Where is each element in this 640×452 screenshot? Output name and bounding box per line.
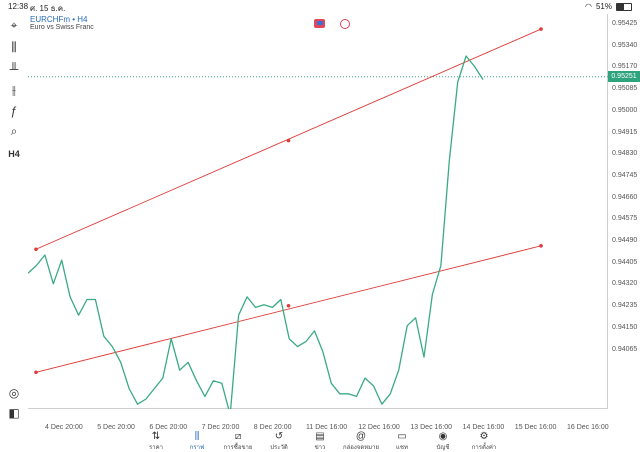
price-tick-label: 0.94915 <box>612 128 638 136</box>
nav-label: ข่าว <box>314 445 326 451</box>
price-tick-label: 0.94575 <box>612 215 638 223</box>
nav-label: กราฟ <box>189 445 205 451</box>
symbol-description: Euro vs Swiss Franc <box>30 24 94 31</box>
price-axis: 0.95425 0.95340 0.95170 0.95085 0.95000 0.949… <box>608 14 640 409</box>
price-tick-label: 0.94405 <box>612 258 638 266</box>
signal-icon[interactable]: ◎ <box>4 384 24 402</box>
symbol-label[interactable]: EURCHFm • H4 <box>30 15 87 24</box>
nav-item[interactable]: ⇅ ราคา <box>136 432 176 452</box>
nav-item[interactable]: ⧄ การซื้อขาย <box>218 432 258 452</box>
nav-item[interactable]: ↺ ประวัติ <box>259 432 299 452</box>
time-tick-label: 16 Dec 16:00 <box>567 424 609 431</box>
channel-handle[interactable] <box>34 370 38 375</box>
price-chart[interactable] <box>28 14 608 409</box>
channel-handle[interactable] <box>286 303 291 308</box>
time-tick-label: 13 Dec 16:00 <box>410 424 453 431</box>
channel-handle[interactable] <box>286 138 291 143</box>
indicators-icon[interactable]: ╨ <box>4 60 24 78</box>
battery-icon <box>616 2 632 11</box>
price-line <box>28 55 484 409</box>
current-price-tag: 0.95251 <box>608 71 640 83</box>
price-tick-label: 0.94745 <box>612 171 638 179</box>
nav-item[interactable]: ⚙ การตั้งค่า <box>464 432 504 452</box>
nav-icon: ▤ <box>315 431 325 442</box>
wifi-icon: ◠ <box>585 2 592 11</box>
time-tick-label: 7 Dec 20:00 <box>201 424 240 431</box>
price-tick-label: 0.94235 <box>612 302 638 310</box>
price-tick-label: 0.95425 <box>612 20 638 27</box>
time-tick-label: 5 Dec 20:00 <box>97 424 135 431</box>
bottom-navigation: ⇅ ราคา ⫼ กราฟ ⧄ การซื้อขาย ↺ ประวัติ ▤ ข่าว @ กล่อง… <box>0 432 640 452</box>
chart-type-icon[interactable]: ⫼ <box>4 38 24 56</box>
function-icon[interactable]: ƒ <box>4 102 24 120</box>
nav-icon: ⫼ <box>194 431 200 442</box>
nav-label: การตั้งค่า <box>471 445 497 451</box>
price-tick-label: 0.95340 <box>612 41 638 49</box>
status-time: 12:38 <box>8 2 29 11</box>
time-tick-label: 15 Dec 16:00 <box>514 424 557 431</box>
time-tick-label: 8 Dec 20:00 <box>253 424 292 431</box>
status-battery-label: 51% <box>595 2 612 11</box>
status-bar: 12:38 ศ. 15 ธ.ค. ◠ 51% <box>0 0 640 14</box>
nav-label: ราคา <box>149 445 163 451</box>
price-tick-label: 0.94660 <box>612 193 638 201</box>
time-tick-label: 14 Dec 16:00 <box>462 424 505 431</box>
nav-label: บัญชี <box>436 445 450 451</box>
crosshair-icon[interactable]: ⌖ <box>4 16 24 34</box>
time-tick-label: 11 Dec 16:00 <box>306 424 348 431</box>
channel-line-2[interactable] <box>35 245 542 373</box>
price-tick-label: 0.94065 <box>612 345 638 353</box>
price-tick-label: 0.95085 <box>612 85 638 93</box>
nav-label: การซื้อขาย <box>223 445 253 451</box>
chart-toolbar: ⌖ ⫼ ╨ ⫲ ƒ ⌕ H4 ◎ ◧ <box>0 14 28 421</box>
nav-icon: ⧄ <box>234 431 242 442</box>
signal-badge-icon[interactable] <box>340 19 350 29</box>
channel-handle[interactable] <box>539 27 543 31</box>
channel-handle[interactable] <box>539 244 543 248</box>
price-tick-label: 0.95170 <box>612 63 638 71</box>
objects-icon[interactable]: ⫲ <box>4 81 24 99</box>
time-tick-label: 4 Dec 20:00 <box>45 424 83 431</box>
timeframe-label[interactable]: H4 <box>4 145 24 163</box>
shapes-icon[interactable]: ⌕ <box>4 122 24 140</box>
nav-icon: @ <box>355 431 367 442</box>
nav-icon: ▭ <box>397 431 407 442</box>
nav-icon: ⇅ <box>151 431 161 442</box>
price-tick-label: 0.94490 <box>612 237 638 244</box>
nav-icon: ◉ <box>438 431 448 442</box>
price-tick-label: 0.94830 <box>612 150 638 158</box>
nav-item[interactable]: ▤ ข่าว <box>300 432 340 452</box>
time-tick-label: 6 Dec 20:00 <box>149 424 188 431</box>
nav-icon: ⚙ <box>479 431 489 442</box>
trade-badge-icon[interactable] <box>314 19 325 28</box>
price-tick-label: 0.94320 <box>612 280 638 288</box>
nav-item[interactable]: ▭ แชท <box>382 432 422 452</box>
nav-item[interactable]: ⫼ กราฟ <box>177 432 217 452</box>
nav-label: ประวัติ <box>270 445 288 451</box>
nav-icon: ↺ <box>274 431 284 442</box>
price-tick-label: 0.95000 <box>612 106 638 114</box>
nav-item[interactable]: @ กล่องจดหมาย <box>341 432 381 452</box>
channel-handle[interactable] <box>34 247 38 252</box>
trade-icon[interactable]: ◧ <box>4 404 24 422</box>
nav-label: แชท <box>396 445 408 451</box>
time-tick-label: 12 Dec 16:00 <box>358 424 400 431</box>
nav-item[interactable]: ◉ บัญชี <box>423 432 463 452</box>
nav-label: กล่องจดหมาย <box>342 445 380 451</box>
status-right: ◠ 51% <box>585 2 632 11</box>
price-tick-label: 0.94150 <box>612 323 638 331</box>
